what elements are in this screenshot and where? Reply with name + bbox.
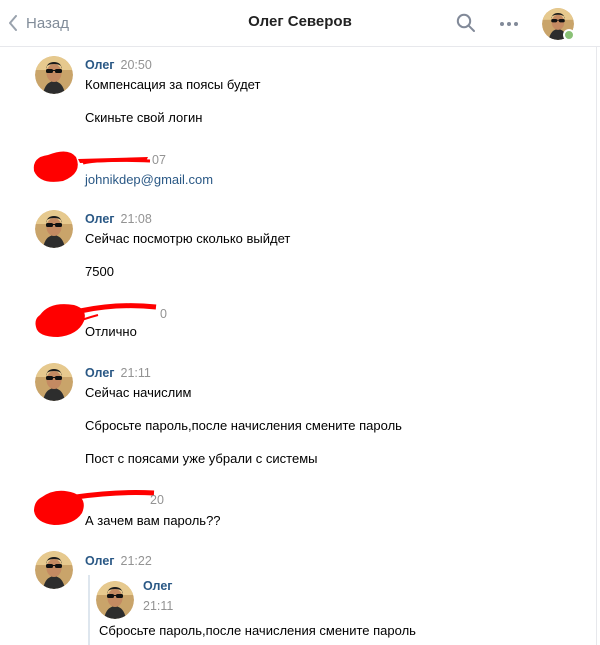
message-time: 21:22 bbox=[120, 554, 152, 568]
quote-sender-name[interactable]: Олег bbox=[143, 579, 173, 593]
avatar[interactable] bbox=[35, 210, 73, 248]
message-history[interactable]: Олег 20:50 Компенсация за поясы будет Ски… bbox=[0, 47, 597, 645]
message-text: Сейчас начислим bbox=[85, 385, 192, 400]
quote-time: 21:11 bbox=[143, 599, 174, 613]
quote-text: Сбросьте пароль,после начисления смените… bbox=[99, 623, 416, 638]
avatar[interactable] bbox=[35, 363, 73, 401]
message-text: Отлично bbox=[85, 324, 137, 339]
message-text: Компенсация за поясы будет bbox=[85, 77, 261, 92]
header-avatar[interactable] bbox=[542, 8, 575, 41]
sender-name[interactable]: Олег 21:22 bbox=[85, 554, 152, 568]
back-button[interactable]: Назад bbox=[8, 12, 69, 34]
sender-name[interactable]: Олег 21:11 bbox=[85, 366, 151, 380]
message-time: 20 bbox=[150, 493, 164, 507]
sender-name[interactable]: Олег 20:50 bbox=[85, 58, 152, 72]
online-indicator bbox=[563, 29, 575, 41]
message-time: 0 bbox=[160, 307, 167, 321]
search-icon[interactable] bbox=[456, 13, 476, 33]
email-link[interactable]: johnikdep@gmail.com bbox=[85, 172, 213, 187]
sender-name-text: Олег bbox=[85, 554, 115, 568]
sender-name-text: Олег bbox=[85, 366, 115, 380]
message-time: 07 bbox=[152, 153, 166, 167]
message-text: Сбросьте пароль,после начисления смените… bbox=[85, 418, 402, 433]
message-time: 21:08 bbox=[120, 212, 152, 226]
sender-name-text: Олег bbox=[85, 212, 115, 226]
chevron-left-icon bbox=[9, 15, 17, 31]
sender-name-text: Олег bbox=[85, 58, 115, 72]
avatar[interactable] bbox=[35, 551, 73, 589]
more-icon[interactable] bbox=[499, 21, 519, 27]
message-text: Сейчас посмотрю сколько выйдет bbox=[85, 231, 291, 246]
back-label: Назад bbox=[26, 14, 69, 32]
message-text: Пост с поясами уже убрали с системы bbox=[85, 451, 318, 466]
message-text: Скиньте свой логин bbox=[85, 110, 203, 125]
message-text: А зачем вам пароль?? bbox=[85, 513, 221, 528]
quote-avatar[interactable] bbox=[96, 581, 134, 619]
chat-header: Назад Олег Северов bbox=[0, 0, 600, 47]
avatar[interactable] bbox=[35, 56, 73, 94]
message-text: 7500 bbox=[85, 264, 114, 279]
message-time: 20:50 bbox=[120, 58, 152, 72]
forwarded-message[interactable]: Олег 21:11 Сбросьте пароль,после начисле… bbox=[88, 575, 510, 645]
message-time: 21:11 bbox=[120, 366, 151, 380]
sender-name[interactable]: Олег 21:08 bbox=[85, 212, 152, 226]
